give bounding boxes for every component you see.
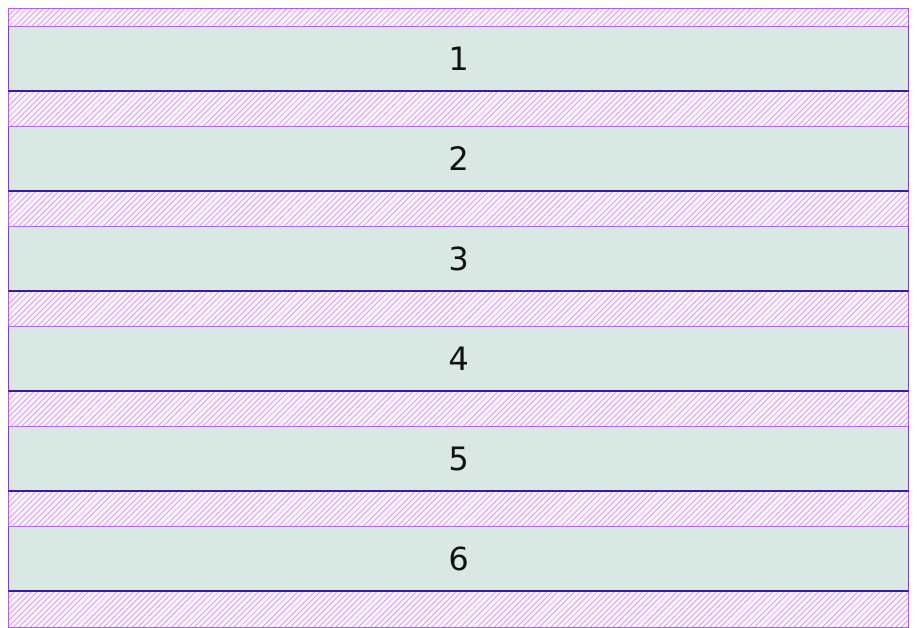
grid-item-label: 5 (448, 439, 469, 478)
grid-item-label: 4 (448, 339, 469, 378)
grid-item-label: 3 (448, 239, 469, 278)
grid-item-label: 2 (448, 139, 469, 178)
grid-item-label: 1 (448, 39, 469, 78)
grid-container: 1 2 3 4 5 6 (8, 8, 909, 628)
grid-item-label: 6 (448, 539, 469, 578)
grid-item: 4 (8, 326, 909, 392)
grid-item: 3 (8, 226, 909, 292)
grid-item: 2 (8, 126, 909, 192)
grid-item: 1 (8, 26, 909, 92)
grid-item: 6 (8, 526, 909, 592)
grid-item: 5 (8, 426, 909, 492)
